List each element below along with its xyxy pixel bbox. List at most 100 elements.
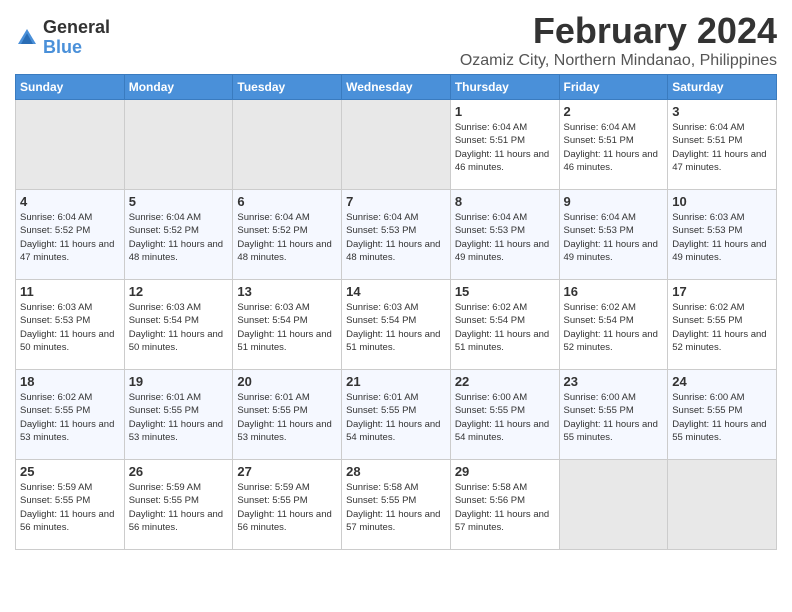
day-info: Sunrise: 6:04 AMSunset: 5:52 PMDaylight:… — [237, 211, 337, 264]
day-info: Sunrise: 5:59 AMSunset: 5:55 PMDaylight:… — [129, 481, 229, 534]
header-monday: Monday — [124, 75, 233, 100]
week-row-2: 11 Sunrise: 6:03 AMSunset: 5:53 PMDaylig… — [16, 280, 777, 370]
day-number: 7 — [346, 194, 446, 209]
day-info: Sunrise: 5:58 AMSunset: 5:56 PMDaylight:… — [455, 481, 555, 534]
day-info: Sunrise: 6:04 AMSunset: 5:51 PMDaylight:… — [672, 121, 772, 174]
day-cell: 13 Sunrise: 6:03 AMSunset: 5:54 PMDaylig… — [233, 280, 342, 370]
day-cell: 11 Sunrise: 6:03 AMSunset: 5:53 PMDaylig… — [16, 280, 125, 370]
header-row: SundayMondayTuesdayWednesdayThursdayFrid… — [16, 75, 777, 100]
week-row-0: 1 Sunrise: 6:04 AMSunset: 5:51 PMDayligh… — [16, 100, 777, 190]
day-number: 29 — [455, 464, 555, 479]
day-number: 22 — [455, 374, 555, 389]
header-tuesday: Tuesday — [233, 75, 342, 100]
day-info: Sunrise: 6:03 AMSunset: 5:53 PMDaylight:… — [672, 211, 772, 264]
day-cell: 14 Sunrise: 6:03 AMSunset: 5:54 PMDaylig… — [342, 280, 451, 370]
day-number: 2 — [564, 104, 664, 119]
day-info: Sunrise: 6:02 AMSunset: 5:55 PMDaylight:… — [20, 391, 120, 444]
day-info: Sunrise: 6:02 AMSunset: 5:55 PMDaylight:… — [672, 301, 772, 354]
day-cell: 18 Sunrise: 6:02 AMSunset: 5:55 PMDaylig… — [16, 370, 125, 460]
day-number: 1 — [455, 104, 555, 119]
day-cell: 23 Sunrise: 6:00 AMSunset: 5:55 PMDaylig… — [559, 370, 668, 460]
day-number: 21 — [346, 374, 446, 389]
day-number: 12 — [129, 284, 229, 299]
day-number: 19 — [129, 374, 229, 389]
day-number: 17 — [672, 284, 772, 299]
day-number: 27 — [237, 464, 337, 479]
day-cell — [559, 460, 668, 550]
day-cell: 22 Sunrise: 6:00 AMSunset: 5:55 PMDaylig… — [450, 370, 559, 460]
day-info: Sunrise: 6:00 AMSunset: 5:55 PMDaylight:… — [564, 391, 664, 444]
day-cell — [342, 100, 451, 190]
day-info: Sunrise: 6:01 AMSunset: 5:55 PMDaylight:… — [346, 391, 446, 444]
day-number: 15 — [455, 284, 555, 299]
day-cell: 7 Sunrise: 6:04 AMSunset: 5:53 PMDayligh… — [342, 190, 451, 280]
day-number: 3 — [672, 104, 772, 119]
title-area: February 2024 Ozamiz City, Northern Mind… — [460, 10, 777, 70]
day-cell: 3 Sunrise: 6:04 AMSunset: 5:51 PMDayligh… — [668, 100, 777, 190]
logo: General Blue — [15, 18, 110, 58]
day-cell: 20 Sunrise: 6:01 AMSunset: 5:55 PMDaylig… — [233, 370, 342, 460]
day-cell: 24 Sunrise: 6:00 AMSunset: 5:55 PMDaylig… — [668, 370, 777, 460]
day-number: 14 — [346, 284, 446, 299]
day-number: 26 — [129, 464, 229, 479]
day-number: 16 — [564, 284, 664, 299]
day-info: Sunrise: 6:03 AMSunset: 5:54 PMDaylight:… — [129, 301, 229, 354]
day-info: Sunrise: 6:03 AMSunset: 5:54 PMDaylight:… — [237, 301, 337, 354]
day-cell: 28 Sunrise: 5:58 AMSunset: 5:55 PMDaylig… — [342, 460, 451, 550]
day-cell — [668, 460, 777, 550]
day-info: Sunrise: 6:04 AMSunset: 5:52 PMDaylight:… — [20, 211, 120, 264]
day-cell: 19 Sunrise: 6:01 AMSunset: 5:55 PMDaylig… — [124, 370, 233, 460]
day-cell: 27 Sunrise: 5:59 AMSunset: 5:55 PMDaylig… — [233, 460, 342, 550]
header-thursday: Thursday — [450, 75, 559, 100]
day-info: Sunrise: 6:04 AMSunset: 5:51 PMDaylight:… — [455, 121, 555, 174]
logo-general-text: General — [43, 18, 110, 38]
day-info: Sunrise: 6:02 AMSunset: 5:54 PMDaylight:… — [564, 301, 664, 354]
day-info: Sunrise: 6:03 AMSunset: 5:54 PMDaylight:… — [346, 301, 446, 354]
day-info: Sunrise: 5:59 AMSunset: 5:55 PMDaylight:… — [20, 481, 120, 534]
day-cell — [16, 100, 125, 190]
week-row-1: 4 Sunrise: 6:04 AMSunset: 5:52 PMDayligh… — [16, 190, 777, 280]
day-number: 18 — [20, 374, 120, 389]
day-cell — [124, 100, 233, 190]
day-info: Sunrise: 6:00 AMSunset: 5:55 PMDaylight:… — [672, 391, 772, 444]
day-cell: 26 Sunrise: 5:59 AMSunset: 5:55 PMDaylig… — [124, 460, 233, 550]
day-info: Sunrise: 6:04 AMSunset: 5:51 PMDaylight:… — [564, 121, 664, 174]
day-info: Sunrise: 6:02 AMSunset: 5:54 PMDaylight:… — [455, 301, 555, 354]
logo-text: General Blue — [43, 18, 110, 58]
day-cell: 16 Sunrise: 6:02 AMSunset: 5:54 PMDaylig… — [559, 280, 668, 370]
day-cell: 15 Sunrise: 6:02 AMSunset: 5:54 PMDaylig… — [450, 280, 559, 370]
header-sunday: Sunday — [16, 75, 125, 100]
day-cell: 1 Sunrise: 6:04 AMSunset: 5:51 PMDayligh… — [450, 100, 559, 190]
week-row-3: 18 Sunrise: 6:02 AMSunset: 5:55 PMDaylig… — [16, 370, 777, 460]
day-number: 9 — [564, 194, 664, 209]
day-number: 28 — [346, 464, 446, 479]
day-cell: 21 Sunrise: 6:01 AMSunset: 5:55 PMDaylig… — [342, 370, 451, 460]
day-cell: 6 Sunrise: 6:04 AMSunset: 5:52 PMDayligh… — [233, 190, 342, 280]
day-cell: 5 Sunrise: 6:04 AMSunset: 5:52 PMDayligh… — [124, 190, 233, 280]
day-cell: 9 Sunrise: 6:04 AMSunset: 5:53 PMDayligh… — [559, 190, 668, 280]
day-info: Sunrise: 6:04 AMSunset: 5:53 PMDaylight:… — [455, 211, 555, 264]
day-cell: 12 Sunrise: 6:03 AMSunset: 5:54 PMDaylig… — [124, 280, 233, 370]
day-number: 6 — [237, 194, 337, 209]
day-number: 10 — [672, 194, 772, 209]
day-cell — [233, 100, 342, 190]
day-number: 23 — [564, 374, 664, 389]
location-title: Ozamiz City, Northern Mindanao, Philippi… — [460, 52, 777, 70]
header-friday: Friday — [559, 75, 668, 100]
day-number: 11 — [20, 284, 120, 299]
day-number: 20 — [237, 374, 337, 389]
day-cell: 17 Sunrise: 6:02 AMSunset: 5:55 PMDaylig… — [668, 280, 777, 370]
week-row-4: 25 Sunrise: 5:59 AMSunset: 5:55 PMDaylig… — [16, 460, 777, 550]
day-info: Sunrise: 6:04 AMSunset: 5:53 PMDaylight:… — [564, 211, 664, 264]
day-cell: 2 Sunrise: 6:04 AMSunset: 5:51 PMDayligh… — [559, 100, 668, 190]
day-cell: 25 Sunrise: 5:59 AMSunset: 5:55 PMDaylig… — [16, 460, 125, 550]
day-info: Sunrise: 5:59 AMSunset: 5:55 PMDaylight:… — [237, 481, 337, 534]
day-number: 25 — [20, 464, 120, 479]
header-wednesday: Wednesday — [342, 75, 451, 100]
page-header: General Blue February 2024 Ozamiz City, … — [15, 10, 777, 70]
day-info: Sunrise: 6:01 AMSunset: 5:55 PMDaylight:… — [129, 391, 229, 444]
day-info: Sunrise: 6:01 AMSunset: 5:55 PMDaylight:… — [237, 391, 337, 444]
day-number: 8 — [455, 194, 555, 209]
header-saturday: Saturday — [668, 75, 777, 100]
day-number: 24 — [672, 374, 772, 389]
